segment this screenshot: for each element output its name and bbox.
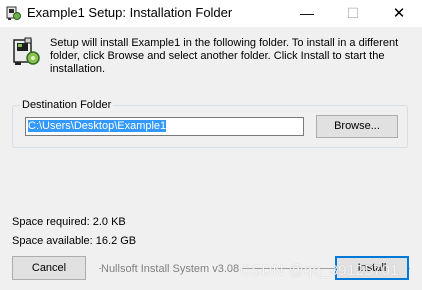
maximize-button[interactable]: ☐	[330, 0, 376, 27]
space-required-text: Space required: 2.0 KB	[12, 216, 126, 228]
installer-app-icon	[6, 6, 21, 20]
window-title: Example1 Setup: Installation Folder	[27, 5, 233, 20]
space-available-text: Space available: 16.2 GB	[12, 235, 137, 247]
browse-button[interactable]: Browse...	[316, 115, 398, 138]
watermark-text: CSDN @qq_39125701	[240, 262, 399, 279]
close-button[interactable]: ✕	[376, 0, 422, 27]
intro-text: Setup will install Example1 in the follo…	[50, 37, 399, 75]
nsis-brand-text: Nullsoft Install System v3.08	[101, 263, 243, 275]
destination-path-value: C:\Users\Desktop\Example1	[28, 120, 167, 132]
installer-box-icon	[13, 37, 40, 65]
destination-folder-group: Destination Folder C:\Users\Desktop\Exam…	[12, 98, 408, 148]
destination-path-input[interactable]: C:\Users\Desktop\Example1	[25, 117, 304, 136]
title-bar[interactable]: Example1 Setup: Installation Folder — ☐ …	[0, 0, 422, 27]
cancel-button[interactable]: Cancel	[12, 256, 86, 280]
dialog-body: Setup will install Example1 in the follo…	[0, 27, 422, 290]
minimize-button[interactable]: —	[284, 0, 330, 27]
destination-folder-label: Destination Folder	[20, 98, 114, 112]
